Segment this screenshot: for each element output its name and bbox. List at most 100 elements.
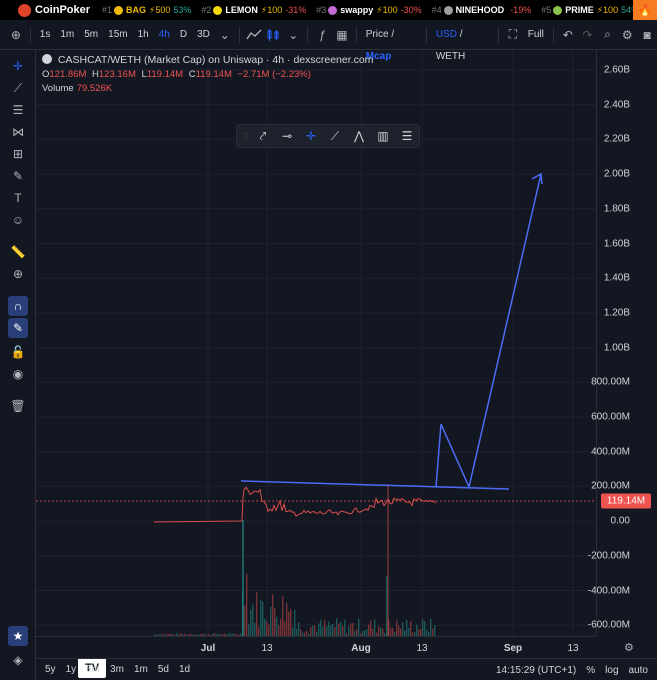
interval-button-1m[interactable]: 1m — [55, 24, 79, 46]
menu-lines-icon[interactable]: ☰ — [395, 126, 419, 146]
log-toggle[interactable]: log — [600, 665, 623, 676]
percent-toggle[interactable]: % — [581, 665, 600, 676]
lock-icon[interactable]: 🔓 — [8, 342, 28, 362]
chevron-down-icon[interactable]: ⌄ — [215, 24, 235, 46]
time-axis-label: 13 — [416, 643, 428, 654]
volume-bar — [276, 616, 278, 636]
volume-bar — [322, 626, 324, 636]
brush-icon[interactable]: ✎ — [8, 166, 28, 186]
ticker-item[interactable]: #1 BAG ⚡500 53% — [102, 5, 191, 16]
range-button-1m[interactable]: 1m — [129, 664, 153, 675]
ticker-item[interactable]: #2 LEMON ⚡100 -31% — [201, 5, 306, 16]
chevron-down-icon[interactable]: ⌄ — [283, 24, 303, 46]
trash-icon[interactable]: 🗑 — [8, 396, 28, 416]
volume-bar — [248, 624, 250, 636]
undo-icon[interactable]: ↶ — [558, 24, 578, 46]
add-symbol-icon[interactable]: ⊕ — [6, 24, 26, 46]
polyline-tool-icon[interactable]: ⋀ — [347, 126, 371, 146]
pitchfork-icon[interactable]: ⋈ — [8, 122, 28, 142]
favorites-star-icon[interactable]: ★ — [8, 626, 28, 646]
magnet-icon[interactable]: ∩ — [8, 296, 28, 316]
gear-icon[interactable]: ⚙ — [617, 24, 637, 46]
ohlc-values: O121.86M H123.16M L119.14M C119.14M −2.7… — [42, 69, 311, 80]
volume-bar — [312, 625, 314, 636]
interval-button-1s[interactable]: 1s — [35, 24, 56, 46]
layers-icon[interactable]: ◈ — [8, 650, 28, 670]
trend-line-icon[interactable]: ⟋ — [8, 78, 28, 98]
ticker-item[interactable]: #4 NINEHOOD -19% — [432, 5, 532, 16]
price-axis[interactable]: 2.60B 2.40B 2.20B 2.00B 1.80B 1.60B 1.40B 1.20B… — [588, 50, 657, 636]
range-button-1y[interactable]: 1y — [61, 664, 82, 675]
camera-icon[interactable]: ◙ — [637, 24, 657, 46]
interval-button-1h[interactable]: 1h — [133, 24, 154, 46]
usd-weth-toggle[interactable]: USD / WETH — [431, 24, 494, 62]
coinpoker-brand[interactable]: CoinPoker — [18, 3, 90, 17]
fullscreen-icon[interactable]: ⛶ — [503, 24, 523, 46]
indicators-icon[interactable]: ƒ — [312, 24, 332, 46]
text-icon[interactable]: T — [8, 188, 28, 208]
ticker-item[interactable]: #5 PRIME ⚡100 54% — [541, 5, 639, 16]
time-axis-label: 13 — [567, 643, 579, 654]
price-axis-label: 600.00M — [591, 411, 630, 423]
ticker-value: ⚡500 — [149, 4, 171, 15]
emoji-icon[interactable]: ☺ — [8, 210, 28, 230]
fib-icon[interactable]: ⊞ — [8, 144, 28, 164]
range-button-6m[interactable]: 6m — [81, 664, 105, 675]
interval-button-4h[interactable]: 4h — [154, 24, 175, 46]
full-button[interactable]: Full — [523, 24, 549, 46]
gear-icon[interactable]: ⚙ — [624, 641, 634, 654]
interval-button-15m[interactable]: 15m — [103, 24, 132, 46]
price-mcap-toggle[interactable]: Price / Mcap — [361, 24, 422, 62]
ticker-symbol: swappy — [340, 5, 374, 15]
range-bar: 5y 1y 6m 3m 1m 5d 1d 14:15:29 (UTC+1) % log au… — [36, 658, 657, 680]
lock-drawing-icon[interactable]: ✎ — [8, 318, 28, 338]
ruler-icon[interactable]: 📏 — [8, 242, 28, 262]
zoom-in-icon[interactable]: ⊕ — [8, 264, 28, 284]
crosshair-icon[interactable]: ✛ — [8, 56, 28, 76]
crosshair-tool-icon[interactable]: ✛ — [299, 126, 323, 146]
horizontal-lines-icon[interactable]: ☰ — [8, 100, 28, 120]
volume-bar — [266, 621, 268, 636]
volume-bar — [290, 608, 292, 636]
redo-icon[interactable]: ↷ — [578, 24, 598, 46]
volume-bar — [408, 627, 410, 636]
horizontal-ray-icon[interactable]: ⊸ — [275, 126, 299, 146]
fire-icon[interactable]: 🔥 — [633, 0, 657, 20]
range-button-3m[interactable]: 3m — [105, 664, 129, 675]
chart-pane[interactable]: CASHCAT/WETH (Market Cap) on Uniswap · 4… — [36, 50, 596, 678]
volume-bar — [342, 625, 344, 636]
layout-grid-icon[interactable]: ▦ — [332, 24, 352, 46]
volume-bar — [274, 608, 276, 636]
candles-icon[interactable] — [264, 24, 284, 46]
ticker-change: -19% — [510, 5, 532, 15]
ticker-item[interactable]: #3 swappy ⚡100 -30% — [316, 5, 421, 16]
interval-button-D[interactable]: D — [175, 24, 192, 46]
volume-bar — [416, 624, 418, 636]
time-axis[interactable]: Jul 13 Aug 13 Sep 13 — [36, 636, 596, 658]
interval-button-5m[interactable]: 5m — [79, 24, 103, 46]
eye-icon[interactable]: ◉ — [8, 364, 28, 384]
coinpoker-logo-icon — [18, 3, 31, 17]
drag-handle-icon[interactable]: ⁞⁞ — [241, 126, 251, 146]
path-tool-icon[interactable]: ⤤ — [251, 126, 275, 146]
volume-bar — [318, 623, 320, 636]
range-button-5d[interactable]: 5d — [153, 664, 174, 675]
interval-button-3D[interactable]: 3D — [192, 24, 215, 46]
top-toolbar: ⊕ 1s 1m 5m 15m 1h 4h D 3D ⌄ ⌄ ƒ ▦ Price / Mcap … — [0, 20, 657, 62]
range-button-1d[interactable]: 1d — [174, 664, 195, 675]
auto-toggle[interactable]: auto — [624, 665, 653, 676]
candles-tool-icon[interactable]: ▥ — [371, 126, 395, 146]
range-button-5y[interactable]: 5y — [40, 664, 61, 675]
ticker-rank: #2 — [201, 5, 212, 15]
line-chart-icon[interactable] — [244, 24, 264, 46]
volume-bar — [262, 601, 264, 636]
ticker-rank: #3 — [316, 5, 327, 15]
drawing-floating-toolbar: ⁞⁞ ⤤ ⊸ ✛ ⟋ ⋀ ▥ ☰ — [236, 124, 420, 148]
volume-bar — [328, 621, 330, 636]
ticker-rank: #1 — [102, 5, 113, 15]
trend-line-tool-icon[interactable]: ⟋ — [323, 126, 347, 146]
ticker-symbol: LEMON — [225, 5, 258, 15]
projection-path-line — [435, 173, 542, 490]
last-price-badge: 119.14M — [601, 493, 651, 509]
search-icon[interactable]: ⌕ — [598, 24, 618, 46]
